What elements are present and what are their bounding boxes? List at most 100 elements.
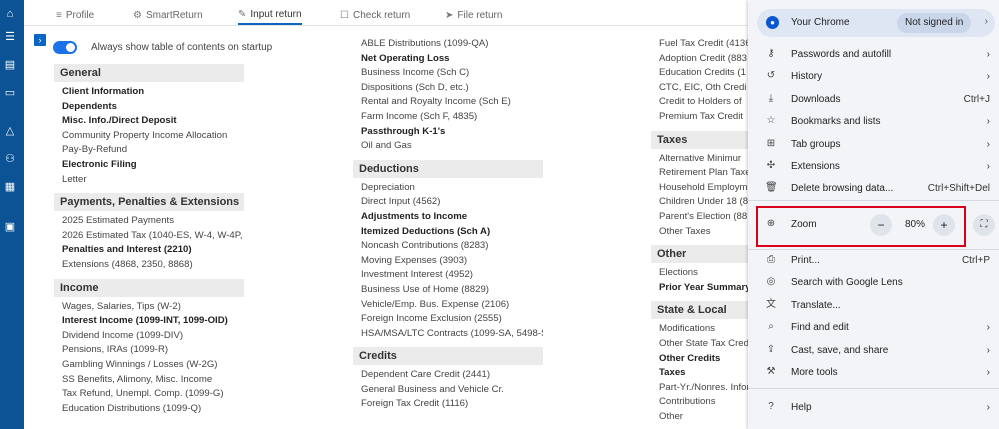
toc-link[interactable]: Noncash Contributions (8283) — [353, 239, 543, 254]
profile-row[interactable]: ● Your Chrome Not signed in › — [757, 9, 995, 37]
toc-link[interactable]: Prior Year Summary — [651, 281, 748, 296]
toc-link[interactable]: 2025 Estimated Payments — [54, 214, 244, 229]
toc-link[interactable]: General Business and Vehicle Cr. — [353, 383, 543, 398]
menu-item-bookmarks[interactable]: ☆ Bookmarks and lists › — [748, 110, 999, 132]
toc-link[interactable]: Fuel Tax Credit (4136 — [651, 37, 748, 52]
toc-link[interactable]: Elections — [651, 266, 748, 281]
toc-link[interactable]: 2026 Estimated Tax (1040-ES, W-4, W-4P, … — [54, 229, 244, 244]
toc-link[interactable]: Business Income (Sch C) — [353, 66, 543, 81]
divider — [748, 200, 999, 201]
toc-link[interactable]: Household Employm — [651, 181, 748, 196]
bank-icon[interactable]: ⌂ — [3, 7, 17, 21]
toc-link[interactable]: HSA/MSA/LTC Contracts (1099-SA, 5498-SA) — [353, 327, 543, 342]
toc-link[interactable]: Electronic Filing — [54, 158, 244, 173]
tab-check-return[interactable]: ☐ Check return — [340, 5, 410, 25]
toc-link[interactable]: Tax Refund, Unempl. Comp. (1099-G) — [54, 387, 244, 402]
toc-link[interactable]: Foreign Tax Credit (1116) — [353, 397, 543, 412]
toc-link[interactable]: Dependent Care Credit (2441) — [353, 368, 543, 383]
grid-icon[interactable]: ▦ — [3, 180, 17, 194]
toc-link[interactable]: Depreciation — [353, 181, 543, 196]
menu-item-find-edit[interactable]: ⌕ Find and edit › — [748, 316, 999, 338]
toc-toggle-button[interactable]: › — [34, 34, 46, 46]
menu-item-print[interactable]: ⎙ Print... Ctrl+P — [748, 249, 999, 271]
toc-link[interactable]: ABLE Distributions (1099-QA) — [353, 37, 543, 52]
toc-link[interactable]: Education Distributions (1099-Q) — [54, 402, 244, 417]
toc-link[interactable]: Oil and Gas — [353, 139, 543, 154]
menu-item-extensions[interactable]: ✣ Extensions › — [748, 155, 999, 177]
menu-item-help[interactable]: ? Help › — [748, 396, 999, 418]
tab-label: SmartReturn — [145, 9, 203, 21]
menu-item-tab-groups[interactable]: ⊞ Tab groups › — [748, 133, 999, 155]
toc-link[interactable]: Taxes — [651, 366, 748, 381]
menu-item-translate[interactable]: 文 Translate... — [748, 294, 999, 316]
tab-profile[interactable]: ≡ Profile — [56, 5, 94, 25]
menu-item-google-lens[interactable]: ◎ Search with Google Lens — [748, 271, 999, 293]
tab-input-return[interactable]: ✎ Input return — [238, 5, 302, 25]
tab-file-return[interactable]: ➤ File return — [445, 5, 502, 25]
toc-section-heading: Deductions — [353, 159, 543, 178]
menu-item-passwords[interactable]: ⚷ Passwords and autofill › — [748, 43, 999, 65]
toc-link[interactable]: Dispositions (Sch D, etc.) — [353, 81, 543, 96]
toc-link[interactable]: Moving Expenses (3903) — [353, 254, 543, 269]
toc-link[interactable]: Business Use of Home (8829) — [353, 283, 543, 298]
toc-link[interactable]: Interest Income (1099-INT, 1099-OID) — [54, 314, 244, 329]
toc-link[interactable]: Community Property Income Allocation — [54, 129, 244, 144]
sign-in-status[interactable]: Not signed in — [897, 13, 972, 33]
toc-link[interactable]: Itemized Deductions (Sch A) — [353, 225, 543, 240]
toc-link[interactable]: Vehicle/Emp. Bus. Expense (2106) — [353, 298, 543, 313]
menu-item-cast-save-share[interactable]: ⇪ Cast, save, and share › — [748, 339, 999, 361]
menu-item-history[interactable]: ↺ History › — [748, 65, 999, 87]
toc-link[interactable]: Part-Yr./Nonres. Inforn — [651, 381, 748, 396]
toc-link[interactable]: Client Information — [54, 85, 244, 100]
toc-link[interactable]: Net Operating Loss — [353, 52, 543, 67]
zoom-out-button[interactable]: − — [870, 214, 892, 236]
toc-link[interactable]: Farm Income (Sch F, 4835) — [353, 110, 543, 125]
tab-smartreturn[interactable]: ⚙ SmartReturn — [133, 5, 203, 25]
toc-link[interactable]: Letter — [54, 173, 244, 188]
toc-link[interactable]: SS Benefits, Alimony, Misc. Income — [54, 373, 244, 388]
menu-item-delete-data[interactable]: 🗑 Delete browsing data... Ctrl+Shift+Del — [748, 177, 999, 199]
toc-link[interactable]: Other State Tax Credi — [651, 337, 748, 352]
toc-link[interactable]: Retirement Plan Taxes — [651, 166, 748, 181]
toc-link[interactable]: Dependents — [54, 100, 244, 115]
toc-link[interactable]: Contributions — [651, 395, 748, 410]
menu-item-downloads[interactable]: ⤓ Downloads Ctrl+J — [748, 88, 999, 110]
toc-link[interactable]: Parent's Election (881 — [651, 210, 748, 225]
list-icon[interactable]: ☰ — [3, 30, 17, 44]
always-show-toc-switch[interactable] — [53, 41, 77, 54]
toc-link[interactable]: Other Credits — [651, 352, 748, 367]
toc-link[interactable]: Education Credits (1 — [651, 66, 748, 81]
toc-section-heading: Taxes — [651, 130, 748, 149]
toc-link[interactable]: Rental and Royalty Income (Sch E) — [353, 95, 543, 110]
toc-link[interactable]: Pensions, IRAs (1099-R) — [54, 343, 244, 358]
toc-link[interactable]: Other — [651, 410, 748, 425]
toc-link[interactable]: Children Under 18 (8 — [651, 195, 748, 210]
window-icon[interactable]: ▭ — [3, 86, 17, 100]
toc-link[interactable]: Credit to Holders of — [651, 95, 748, 110]
zoom-in-button[interactable]: + — [933, 214, 955, 236]
fullscreen-button[interactable]: ⛶ — [973, 214, 995, 236]
toc-link[interactable]: CTC, EIC, Oth Credi — [651, 81, 748, 96]
toc-link[interactable]: Foreign Income Exclusion (2555) — [353, 312, 543, 327]
toc-link[interactable]: Alternative Minimur — [651, 152, 748, 167]
toc-link[interactable]: Premium Tax Credit — [651, 110, 748, 125]
toc-link[interactable]: Dividend Income (1099-DIV) — [54, 329, 244, 344]
toc-link[interactable]: Passthrough K-1's — [353, 125, 543, 140]
toc-link[interactable]: Adoption Credit (883 — [651, 52, 748, 67]
toc-link[interactable]: Penalties and Interest (2210) — [54, 243, 244, 258]
toc-link[interactable]: Direct Input (4562) — [353, 195, 543, 210]
toc-link[interactable]: Modifications — [651, 322, 748, 337]
menu-item-more-tools[interactable]: ⚒ More tools › — [748, 361, 999, 383]
toc-link[interactable]: Pay-By-Refund — [54, 143, 244, 158]
people-icon[interactable]: ⚇ — [3, 152, 17, 166]
toc-link[interactable]: Adjustments to Income — [353, 210, 543, 225]
money-icon[interactable]: ▣ — [3, 220, 17, 234]
toc-link[interactable]: Gambling Winnings / Losses (W-2G) — [54, 358, 244, 373]
clipboard-icon[interactable]: ▤ — [3, 58, 17, 72]
alert-icon[interactable]: △ — [3, 124, 17, 138]
toc-link[interactable]: Other Taxes — [651, 225, 748, 240]
toc-link[interactable]: Misc. Info./Direct Deposit — [54, 114, 244, 129]
toc-link[interactable]: Extensions (4868, 2350, 8868) — [54, 258, 244, 273]
toc-link[interactable]: Wages, Salaries, Tips (W-2) — [54, 300, 244, 315]
toc-link[interactable]: Investment Interest (4952) — [353, 268, 543, 283]
